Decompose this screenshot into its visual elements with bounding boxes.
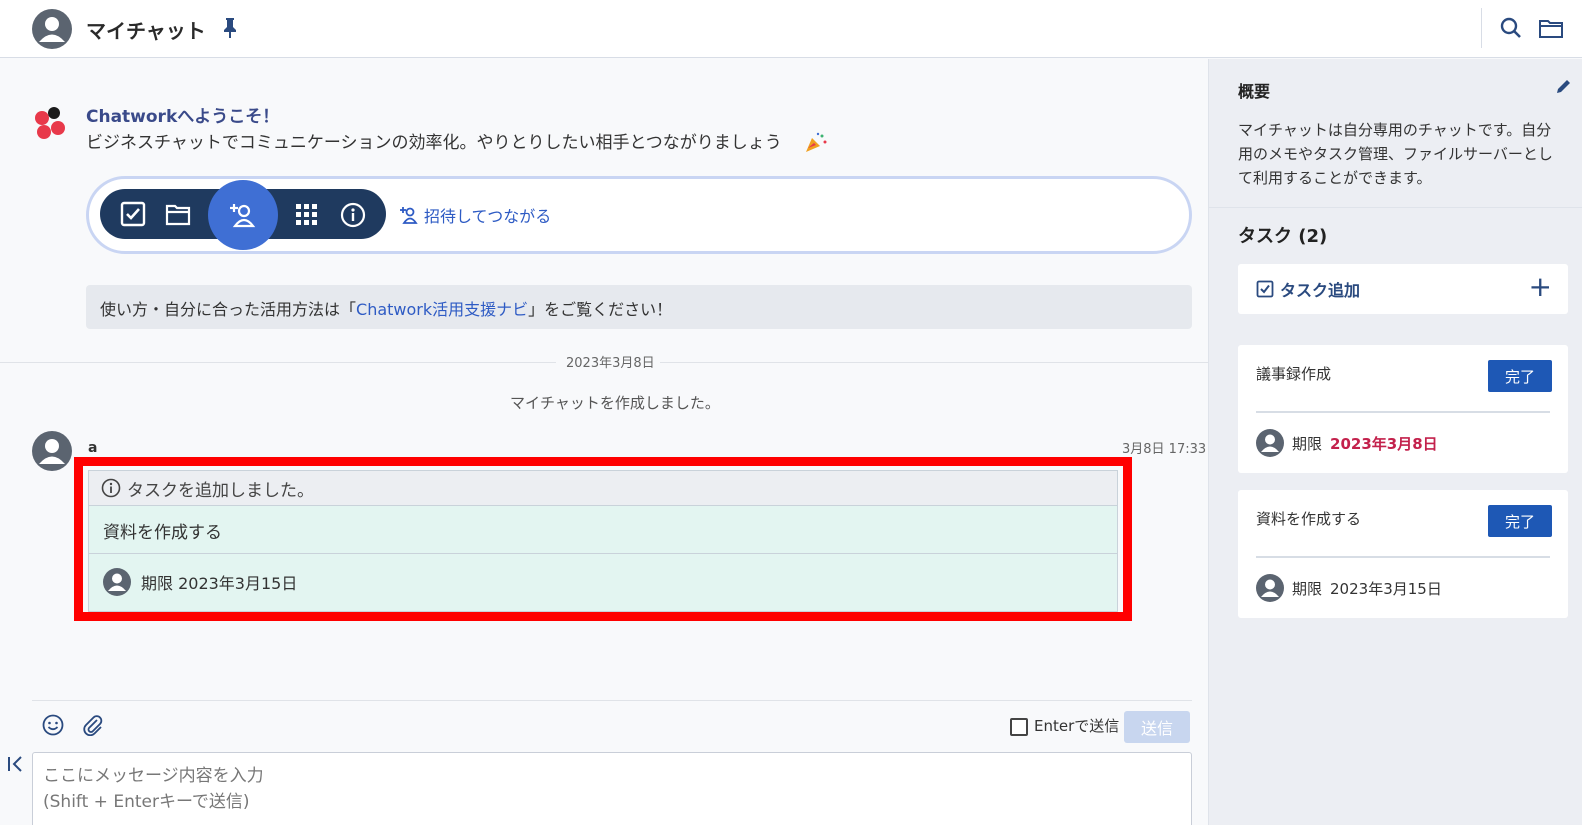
info-icon xyxy=(101,478,121,498)
complete-button[interactable]: 完了 xyxy=(1488,360,1552,392)
assignee-avatar-icon xyxy=(1256,574,1284,602)
complete-button[interactable]: 完了 xyxy=(1488,505,1552,537)
help-notice-prefix: 使い方・自分に合った活用方法は「 xyxy=(100,300,357,319)
task-due: 期限 2023年3月15日 xyxy=(1256,574,1442,602)
invite-icon xyxy=(400,207,418,224)
composer-divider xyxy=(32,700,1192,701)
header-bar: マイチャット xyxy=(0,0,1582,58)
enter-to-send-label[interactable]: Enterで送信 xyxy=(1034,715,1119,736)
task-card: 議事録作成 完了 期限 2023年3月8日 xyxy=(1238,345,1568,473)
task-name: 資料を作成する xyxy=(1256,510,1362,528)
edit-pencil-icon[interactable] xyxy=(1555,77,1573,95)
search-icon[interactable] xyxy=(1500,17,1522,39)
task-due-prefix: 期限 xyxy=(1292,579,1323,598)
attachment-icon[interactable] xyxy=(82,714,104,736)
tasks-title: タスク (2) xyxy=(1238,226,1328,247)
task-message-card: タスクを追加しました。 資料を作成する 期限 2023年3月15日 xyxy=(88,470,1118,612)
pin-icon[interactable] xyxy=(222,17,238,39)
add-contact-icon[interactable] xyxy=(230,202,256,228)
invite-link-label: 招待してつながる xyxy=(424,207,552,226)
task-check-icon xyxy=(1256,280,1274,298)
room-title: マイチャット xyxy=(86,19,206,43)
emoji-icon[interactable] xyxy=(42,714,64,736)
assignee-avatar-icon xyxy=(103,568,131,596)
task-message-header-text: タスクを追加しました。 xyxy=(127,480,314,501)
collapse-sidebar-icon[interactable] xyxy=(6,754,26,774)
task-due-date: 2023年3月15日 xyxy=(1330,579,1442,598)
message-input-placeholder-line1: ここにメッセージ内容を入力 xyxy=(43,766,264,786)
chat-timeline xyxy=(0,59,1208,825)
welcome-text: ビジネスチャットでコミュニケーションの効率化。やりとりしたい相手とつながりましょ… xyxy=(86,133,782,153)
right-panel-divider xyxy=(1208,207,1582,208)
help-notice-suffix: 」をご覧ください！ xyxy=(528,300,673,319)
task-due-prefix: 期限 xyxy=(1292,434,1323,453)
party-popper-icon xyxy=(806,132,827,152)
folder-icon[interactable] xyxy=(1539,18,1563,38)
sender-name[interactable]: a xyxy=(88,440,97,456)
overview-title: 概要 xyxy=(1238,82,1271,101)
enter-to-send-checkbox[interactable] xyxy=(1010,718,1028,736)
task-name: 議事録作成 xyxy=(1256,365,1332,383)
date-divider-right xyxy=(660,362,1208,363)
task-due: 期限 2023年3月8日 xyxy=(1256,429,1438,457)
task-message-due: 期限 2023年3月15日 xyxy=(141,574,298,593)
invite-link[interactable]: 招待してつながる xyxy=(400,203,551,227)
task-card-divider xyxy=(1256,556,1550,558)
add-task-label: タスク追加 xyxy=(1280,281,1361,300)
send-button[interactable]: 送信 xyxy=(1124,711,1190,743)
task-message-footer: 期限 2023年3月15日 xyxy=(89,554,1117,610)
assignee-avatar-icon xyxy=(1256,429,1284,457)
sender-avatar-icon[interactable] xyxy=(32,431,72,471)
add-task-button[interactable]: タスク追加 + xyxy=(1238,264,1568,314)
task-check-icon[interactable] xyxy=(120,201,146,227)
folder-icon[interactable] xyxy=(165,201,191,227)
plus-icon[interactable]: + xyxy=(1529,272,1552,302)
help-notice: 使い方・自分に合った活用方法は「Chatwork活用支援ナビ」をご覧ください！ xyxy=(86,285,1192,329)
info-icon[interactable] xyxy=(340,202,366,228)
navi-link[interactable]: Chatwork活用支援ナビ xyxy=(356,300,528,319)
message-input-placeholder-line2: (Shift + Enterキーで送信) xyxy=(43,792,250,812)
date-label: 2023年3月8日 xyxy=(566,356,655,371)
date-divider-left xyxy=(0,362,556,363)
overview-description: マイチャットは自分専用のチャットです。自分用のメモやタスク管理、ファイルサーバー… xyxy=(1238,121,1553,187)
chatwork-logo-icon xyxy=(35,107,65,139)
welcome-title: Chatworkへようこそ！ xyxy=(86,107,280,127)
message-input[interactable]: ここにメッセージ内容を入力 (Shift + Enterキーで送信) xyxy=(32,752,1192,825)
task-card-divider xyxy=(1256,411,1550,413)
task-due-date: 2023年3月8日 xyxy=(1330,434,1438,453)
apps-grid-icon[interactable] xyxy=(294,202,320,228)
task-card: 資料を作成する 完了 期限 2023年3月15日 xyxy=(1238,490,1568,618)
room-avatar-icon[interactable] xyxy=(32,9,72,49)
task-message-header: タスクを追加しました。 xyxy=(89,471,1117,506)
task-message-body: 資料を作成する xyxy=(89,506,1117,554)
header-divider xyxy=(1481,8,1482,48)
system-message: マイチャットを作成しました。 xyxy=(510,394,720,412)
add-task-label-wrap: タスク追加 xyxy=(1256,277,1360,301)
message-timestamp: 3月8日 17:33 xyxy=(1122,442,1207,457)
